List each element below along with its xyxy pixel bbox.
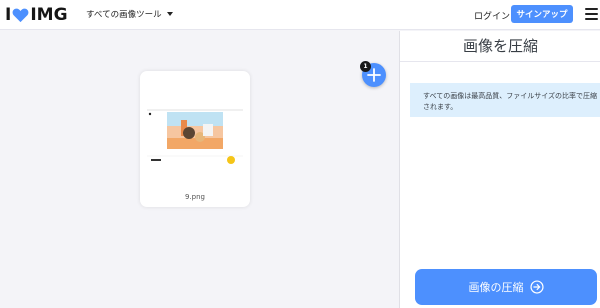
file-workspace: 9.png 1 <box>0 31 399 308</box>
logo[interactable]: I IMG <box>5 5 68 25</box>
logo-text-i: I <box>5 5 12 25</box>
signup-button[interactable]: サインアップ <box>511 5 573 23</box>
heart-icon <box>12 8 29 23</box>
top-navbar: I IMG すべての画像ツール ログイン サインアップ <box>0 0 600 30</box>
file-count-badge: 1 <box>360 61 371 72</box>
file-thumbnail <box>145 106 245 171</box>
file-name: 9.png <box>184 193 205 201</box>
info-text: すべての画像は最高品質、ファイルサイズの比率で圧縮されます。 <box>423 92 598 111</box>
all-tools-label: すべての画像ツール <box>86 10 162 20</box>
caret-down-icon <box>166 12 173 16</box>
compress-button-label: 画像の圧縮 <box>468 281 524 294</box>
all-tools-dropdown[interactable]: すべての画像ツール <box>86 8 173 20</box>
hamburger-menu-icon[interactable] <box>585 8 598 20</box>
info-box: すべての画像は最高品質、ファイルサイズの比率で圧縮されます。 <box>410 83 600 117</box>
login-link[interactable]: ログイン <box>474 9 510 22</box>
sidebar-title: 画像を圧縮 <box>400 31 600 62</box>
logo-text-img: IMG <box>30 5 68 25</box>
compress-images-button[interactable]: 画像の圧縮 <box>415 269 597 305</box>
options-sidebar: 画像を圧縮 すべての画像は最高品質、ファイルサイズの比率で圧縮されます。 画像の… <box>399 31 600 308</box>
file-card[interactable]: 9.png <box>140 71 250 207</box>
arrow-right-circle-icon <box>529 280 544 294</box>
